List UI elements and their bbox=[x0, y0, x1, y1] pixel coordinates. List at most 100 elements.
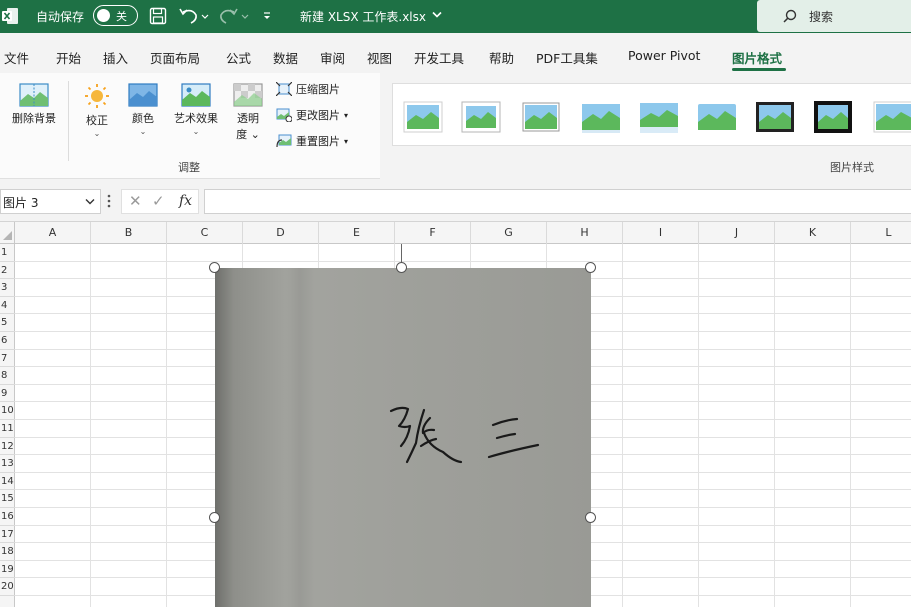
column-headers: ABCDEFGHIJKL bbox=[0, 222, 911, 244]
tab-developer[interactable]: 开发工具 bbox=[414, 48, 464, 67]
enter-icon[interactable]: ✓ bbox=[152, 192, 165, 210]
change-picture-button[interactable]: 更改图片 ▾ bbox=[276, 107, 348, 125]
tab-formulas[interactable]: 公式 bbox=[226, 48, 251, 67]
tab-help[interactable]: 帮助 bbox=[489, 48, 514, 67]
chevron-down-icon[interactable] bbox=[432, 11, 442, 19]
resize-handle-top[interactable] bbox=[396, 262, 407, 273]
formula-input[interactable] bbox=[204, 189, 911, 214]
tab-page-layout[interactable]: 页面布局 bbox=[150, 48, 200, 67]
save-icon[interactable] bbox=[149, 7, 167, 25]
column-header-k[interactable]: K bbox=[775, 222, 851, 244]
row-header-17[interactable]: 17 bbox=[0, 526, 15, 544]
tab-insert[interactable]: 插入 bbox=[103, 48, 128, 67]
column-header-i[interactable]: I bbox=[623, 222, 699, 244]
resize-handle-top-left[interactable] bbox=[209, 262, 220, 273]
row-header-16[interactable]: 16 bbox=[0, 508, 15, 526]
cancel-icon[interactable]: ✕ bbox=[129, 192, 142, 210]
tab-file[interactable]: 文件 bbox=[4, 48, 29, 67]
picture-style-8[interactable] bbox=[813, 100, 853, 134]
row-header-10[interactable]: 10 bbox=[0, 402, 15, 420]
name-box[interactable]: 图片 3 bbox=[0, 189, 101, 214]
column-header-f[interactable]: F bbox=[395, 222, 471, 244]
insert-function-button[interactable]: fx bbox=[179, 193, 192, 209]
picture-style-3[interactable] bbox=[521, 100, 561, 134]
corrections-button[interactable]: 校正 ⌄ bbox=[78, 83, 116, 138]
resize-handle-right[interactable] bbox=[585, 512, 596, 523]
row-header-5[interactable]: 5 bbox=[0, 314, 15, 332]
row-header-19[interactable]: 19 bbox=[0, 561, 15, 579]
resize-handle-left[interactable] bbox=[209, 512, 220, 523]
picture-style-1[interactable] bbox=[403, 100, 443, 134]
row-header-12[interactable]: 12 bbox=[0, 438, 15, 456]
picture-style-2[interactable] bbox=[461, 100, 501, 134]
column-header-b[interactable]: B bbox=[91, 222, 167, 244]
row-header-3[interactable]: 3 bbox=[0, 279, 15, 297]
row-header-14[interactable]: 14 bbox=[0, 473, 15, 491]
tab-data[interactable]: 数据 bbox=[273, 48, 298, 67]
picture-style-9[interactable] bbox=[873, 100, 911, 134]
more-options-icon[interactable] bbox=[107, 194, 111, 208]
row-header-7[interactable]: 7 bbox=[0, 350, 15, 368]
picture-style-5[interactable] bbox=[639, 100, 679, 134]
separator bbox=[68, 81, 69, 161]
tab-view[interactable]: 视图 bbox=[367, 48, 392, 67]
color-button[interactable]: 颜色 ⌄ bbox=[124, 83, 162, 136]
chevron-down-icon: ⌄ bbox=[192, 127, 200, 136]
search-box[interactable]: 搜索 bbox=[757, 0, 911, 32]
ribbon-tabs: 文件 开始 插入 页面布局 公式 数据 审阅 视图 开发工具 帮助 PDF工具集… bbox=[0, 33, 911, 73]
row-header-4[interactable]: 4 bbox=[0, 297, 15, 315]
row-header-15[interactable]: 15 bbox=[0, 490, 15, 508]
tab-review[interactable]: 审阅 bbox=[320, 48, 345, 67]
tab-pdf-tools[interactable]: PDF工具集 bbox=[536, 48, 598, 67]
reset-picture-label: 重置图片 bbox=[296, 135, 340, 148]
row-header-6[interactable]: 6 bbox=[0, 332, 15, 350]
row-header-9[interactable]: 9 bbox=[0, 385, 15, 403]
row-header-11[interactable]: 11 bbox=[0, 420, 15, 438]
resize-handle-top-right[interactable] bbox=[585, 262, 596, 273]
sun-icon bbox=[85, 84, 109, 108]
select-all-button[interactable] bbox=[0, 222, 15, 244]
chevron-down-icon: ⌄ bbox=[139, 127, 147, 136]
column-header-a[interactable]: A bbox=[15, 222, 91, 244]
column-header-l[interactable]: L bbox=[851, 222, 911, 244]
formula-buttons: ✕ ✓ fx bbox=[121, 189, 199, 214]
column-header-g[interactable]: G bbox=[471, 222, 547, 244]
chevron-down-icon: ▾ bbox=[344, 110, 349, 120]
row-header-8[interactable]: 8 bbox=[0, 367, 15, 385]
customize-qat-icon[interactable] bbox=[262, 8, 272, 24]
column-header-j[interactable]: J bbox=[699, 222, 775, 244]
column-gridline bbox=[622, 244, 623, 607]
row-header-18[interactable]: 18 bbox=[0, 543, 15, 561]
transparency-icon bbox=[233, 83, 263, 107]
remove-background-icon bbox=[19, 83, 49, 107]
remove-background-label: 删除背景 bbox=[12, 112, 56, 125]
toggle-knob bbox=[97, 9, 110, 22]
compress-pictures-button[interactable]: 压缩图片 bbox=[276, 81, 340, 99]
undo-icon[interactable] bbox=[178, 6, 210, 26]
artistic-effects-button[interactable]: 艺术效果 ⌄ bbox=[168, 83, 224, 136]
autosave-toggle[interactable]: 关 bbox=[93, 5, 138, 26]
tab-home[interactable]: 开始 bbox=[56, 48, 81, 67]
row-header-2[interactable]: 2 bbox=[0, 262, 15, 280]
column-header-c[interactable]: C bbox=[167, 222, 243, 244]
chevron-down-icon[interactable] bbox=[85, 198, 95, 206]
row-header-20[interactable]: 20 bbox=[0, 578, 15, 596]
ribbon: 删除背景 校正 ⌄ 颜色 ⌄ 艺术效果 ⌄ 透明 度 ⌄ 压缩图片 更改图片 ▾… bbox=[0, 73, 911, 181]
row-header-13[interactable]: 13 bbox=[0, 455, 15, 473]
picture-style-6[interactable] bbox=[697, 100, 737, 134]
column-header-e[interactable]: E bbox=[319, 222, 395, 244]
redo-icon[interactable] bbox=[218, 6, 250, 26]
row-header-1[interactable]: 1 bbox=[0, 244, 15, 262]
reset-picture-button[interactable]: 重置图片 ▾ bbox=[276, 133, 348, 151]
picture-style-7[interactable] bbox=[755, 100, 795, 134]
signature-picture[interactable] bbox=[215, 268, 591, 607]
tab-picture-format[interactable]: 图片格式 bbox=[732, 48, 782, 67]
tab-power-pivot[interactable]: Power Pivot bbox=[628, 48, 700, 63]
remove-background-button[interactable]: 删除背景 bbox=[6, 83, 62, 126]
transparency-button[interactable]: 透明 度 ⌄ bbox=[228, 83, 268, 142]
picture-style-4[interactable] bbox=[581, 100, 621, 134]
document-title[interactable]: 新建 XLSX 工作表.xlsx bbox=[300, 8, 426, 25]
column-header-d[interactable]: D bbox=[243, 222, 319, 244]
active-tab-indicator bbox=[732, 68, 786, 71]
column-header-h[interactable]: H bbox=[547, 222, 623, 244]
